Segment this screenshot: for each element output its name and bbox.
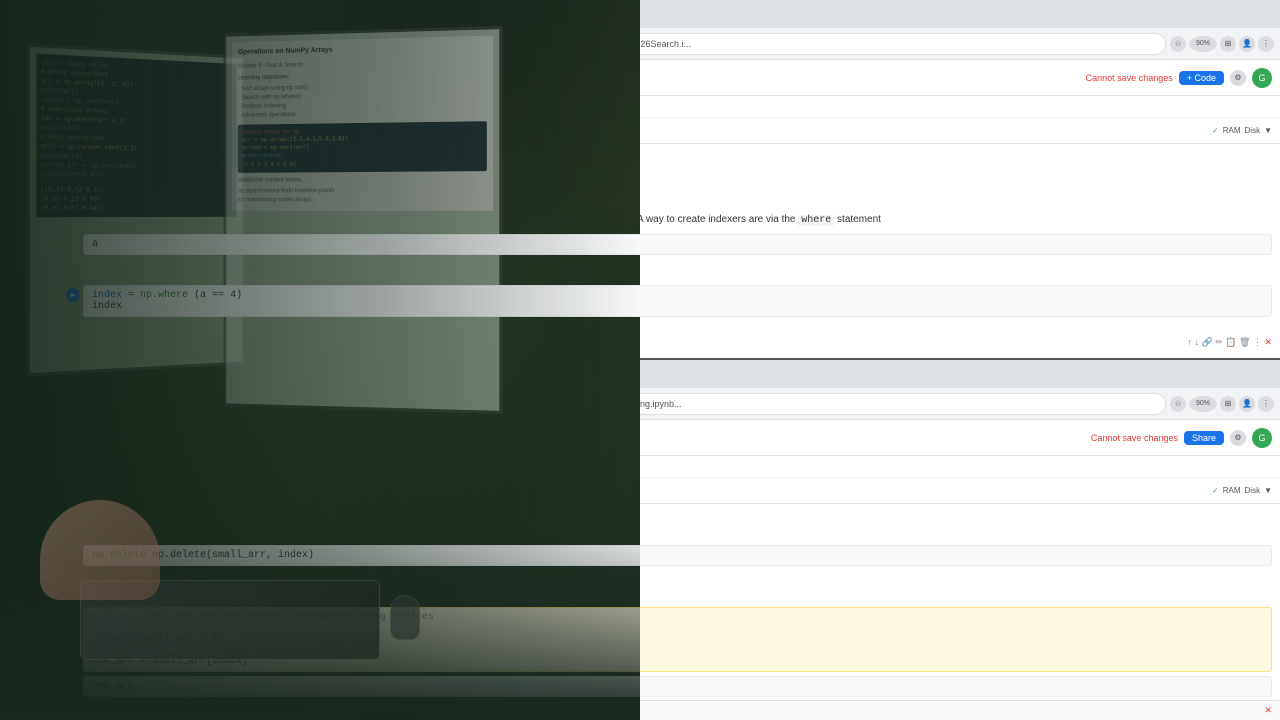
bottom-share-btn[interactable]: Share (1184, 431, 1224, 445)
code-19-text: a (92, 239, 98, 250)
mouse (390, 595, 420, 640)
profile-icon[interactable]: 👤 (1239, 36, 1255, 52)
share-btn[interactable]: + Code (1179, 71, 1224, 85)
bottom-cannot-save: Cannot save changes (1091, 433, 1178, 443)
bottom-extensions-icon[interactable]: ⊞ (1220, 396, 1236, 412)
bottom-status-close[interactable]: ✕ (1264, 705, 1272, 716)
eq-sign: = (128, 290, 140, 301)
bottom-connect-dropdown[interactable]: ▼ (1264, 486, 1272, 495)
left-monitor: import numpy as np # Array operations ar… (27, 44, 245, 377)
bottom-user-avatar[interactable]: G (1252, 428, 1272, 448)
up-icon[interactable]: ↑ (1187, 337, 1192, 347)
ram-disk-indicator: ✓ RAM Disk ▼ (1212, 126, 1272, 135)
run-btn-where[interactable]: ▶ (66, 288, 80, 302)
text-content-1c: statement (834, 214, 881, 225)
settings-icon[interactable]: ⚙ (1230, 70, 1246, 86)
user-avatar[interactable]: G (1252, 68, 1272, 88)
connect-dropdown[interactable]: ▼ (1264, 126, 1272, 135)
close-x-icon[interactable]: ✕ (1264, 337, 1272, 347)
bottom-check-icon: ✓ (1212, 486, 1219, 495)
bottom-ram-disk: ✓ RAM Disk ▼ (1212, 486, 1272, 495)
copy-icon[interactable]: 📋 (1225, 337, 1236, 347)
cannot-save-text: Cannot save changes (1086, 73, 1173, 83)
desk-area: // Will be rendered via CSS only (0, 520, 640, 720)
down-icon[interactable]: ↓ (1194, 337, 1199, 347)
np-where: np.where (140, 290, 188, 301)
bottom-zoom-level[interactable]: 90% (1189, 396, 1217, 412)
index-var: index (92, 290, 122, 301)
text-content-1b: . A way to create indexers are via the (632, 214, 798, 225)
right-monitor-content: Operations on NumPy Arrays Module 5 - So… (226, 29, 499, 217)
delete-icon[interactable]: 🗑 (1239, 337, 1250, 347)
where-args: (a == 4) (194, 290, 242, 301)
cell-action-icons: ↑ ↓ 🔗 ✏ 📋 🗑 ⋮ ✕ (1187, 337, 1272, 348)
right-monitor: Operations on NumPy Arrays Module 5 - So… (223, 26, 502, 414)
ram-label: RAM (1223, 126, 1241, 135)
where-code: where (798, 215, 834, 226)
top-browser-icons: ☆ 90% ⊞ 👤 ⋮ (1170, 36, 1274, 52)
zoom-level[interactable]: 90% (1189, 36, 1217, 52)
left-monitor-content: import numpy as np # Array operations ar… (30, 47, 242, 224)
more-icon[interactable]: ⋮ (1253, 337, 1262, 347)
bottom-profile-icon[interactable]: 👤 (1239, 396, 1255, 412)
code-cell-where[interactable]: ▶ index = np.where (a == 4) index (83, 285, 1272, 317)
code-cell-19[interactable]: a (83, 234, 1272, 255)
bottom-browser-icons: ☆ 90% ⊞ 👤 ⋮ (1170, 396, 1274, 412)
bottom-disk-label: Disk (1245, 486, 1261, 495)
bottom-bookmark-icon[interactable]: ☆ (1170, 396, 1186, 412)
edit-icon[interactable]: ✏ (1215, 337, 1223, 347)
bottom-settings-icon[interactable]: ⚙ (1230, 430, 1246, 446)
bottom-menu-icon[interactable]: ⋮ (1258, 396, 1274, 412)
bottom-ram-label: RAM (1223, 486, 1241, 495)
index-var2: index (92, 301, 122, 312)
checkmark-icon: ✓ (1212, 126, 1219, 135)
link-icon[interactable]: 🔗 (1201, 337, 1212, 347)
bookmark-icon[interactable]: ☆ (1170, 36, 1186, 52)
top-colab-actions: Cannot save changes + Code ⚙ G (1086, 68, 1272, 88)
menu-icon[interactable]: ⋮ (1258, 36, 1274, 52)
extensions-icon[interactable]: ⊞ (1220, 36, 1236, 52)
disk-label: Disk (1245, 126, 1261, 135)
bottom-colab-actions: Cannot save changes Share ⚙ G (1091, 428, 1272, 448)
